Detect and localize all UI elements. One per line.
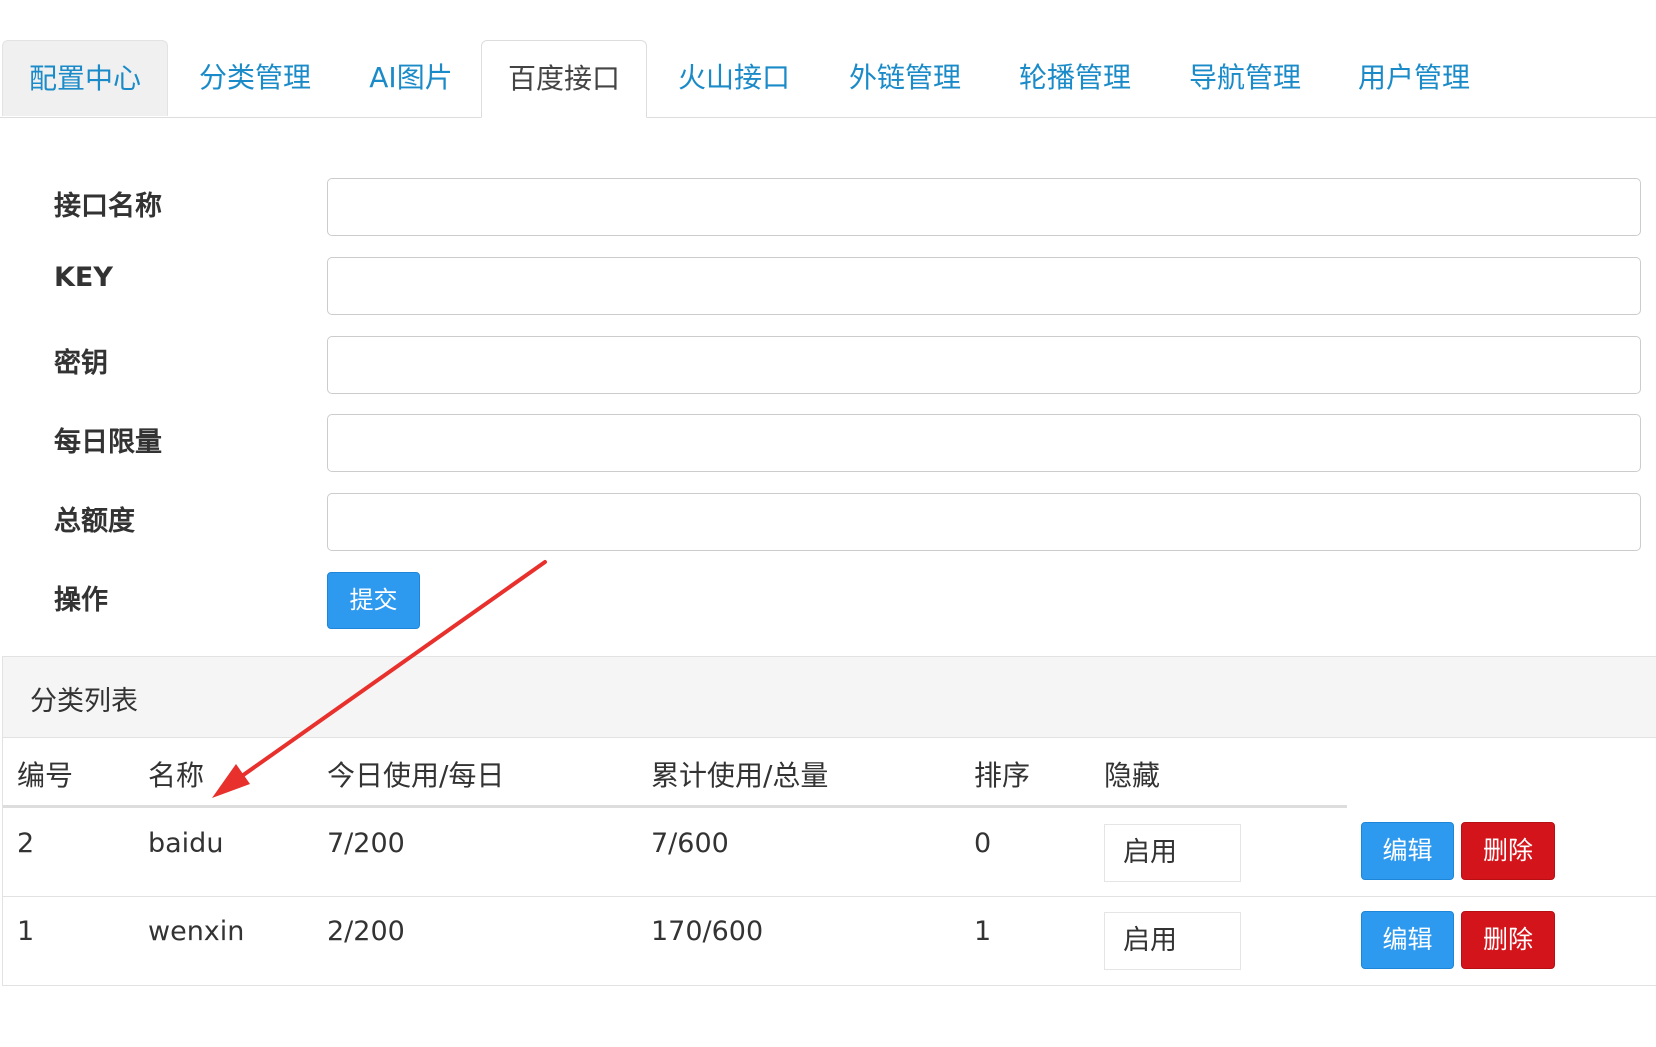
column-header-today-usage: 今日使用/每日 <box>327 759 505 792</box>
action-label: 操作 <box>54 585 108 616</box>
tab-user-management[interactable]: 用户管理 <box>1331 40 1497 116</box>
edit-button[interactable]: 编辑 <box>1361 822 1454 880</box>
column-header-sort: 排序 <box>974 759 1031 792</box>
daily-limit-label: 每日限量 <box>54 427 162 458</box>
submit-button[interactable]: 提交 <box>327 572 420 629</box>
tab-external-links[interactable]: 外链管理 <box>822 40 988 116</box>
delete-button[interactable]: 删除 <box>1461 822 1555 880</box>
row-today-usage: 2/200 <box>327 916 405 947</box>
secret-label: 密钥 <box>54 348 108 379</box>
panel-title: 分类列表 <box>30 686 138 717</box>
column-header-id: 编号 <box>17 759 74 792</box>
row-total-usage: 7/600 <box>651 828 729 859</box>
secret-input[interactable] <box>327 336 1641 394</box>
row-divider <box>3 896 1656 897</box>
key-label: KEY <box>54 262 113 293</box>
panel-header: 分类列表 <box>3 657 1656 738</box>
api-name-label: 接口名称 <box>54 191 162 222</box>
tab-bar: 配置中心 分类管理 AI图片 百度接口 火山接口 外链管理 轮播管理 导航管理 … <box>0 40 1656 118</box>
row-id: 2 <box>17 828 35 859</box>
row-hidden-status[interactable]: 启用 <box>1104 824 1241 882</box>
row-sort: 1 <box>974 916 992 947</box>
total-quota-input[interactable] <box>327 493 1641 551</box>
delete-button[interactable]: 删除 <box>1461 911 1555 969</box>
tab-category-management[interactable]: 分类管理 <box>170 40 340 116</box>
row-sort: 0 <box>974 828 992 859</box>
tab-baidu-api[interactable]: 百度接口 <box>481 40 647 118</box>
column-header-total-usage: 累计使用/总量 <box>651 759 829 792</box>
column-header-hidden: 隐藏 <box>1104 759 1161 792</box>
api-name-input[interactable] <box>327 178 1641 236</box>
row-today-usage: 7/200 <box>327 828 405 859</box>
tab-volcano-api[interactable]: 火山接口 <box>652 40 816 116</box>
total-quota-label: 总额度 <box>54 506 135 537</box>
row-name: wenxin <box>148 916 245 947</box>
row-hidden-status[interactable]: 启用 <box>1104 912 1241 970</box>
row-name: baidu <box>148 828 224 859</box>
row-total-usage: 170/600 <box>651 916 764 947</box>
tab-carousel-management[interactable]: 轮播管理 <box>992 40 1158 116</box>
tab-config-center[interactable]: 配置中心 <box>2 40 168 116</box>
edit-button[interactable]: 编辑 <box>1361 911 1454 969</box>
table-header-divider <box>3 805 1347 808</box>
column-header-name: 名称 <box>148 759 205 792</box>
daily-limit-input[interactable] <box>327 414 1641 472</box>
tab-ai-images[interactable]: AI图片 <box>342 40 480 116</box>
tab-navigation-management[interactable]: 导航管理 <box>1162 40 1328 116</box>
row-id: 1 <box>17 916 35 947</box>
key-input[interactable] <box>327 257 1641 315</box>
